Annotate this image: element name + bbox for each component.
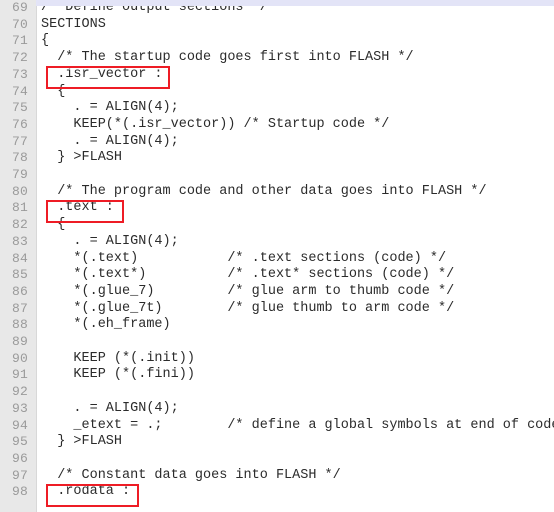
code-line[interactable]: 81 .text : bbox=[0, 200, 554, 217]
code-line-text: . = ALIGN(4); bbox=[41, 133, 179, 149]
code-line[interactable]: 71 { bbox=[0, 33, 554, 50]
code-line[interactable]: 79 bbox=[0, 167, 554, 184]
code-line[interactable]: 94 _etext = .; /* define a global symbol… bbox=[0, 418, 554, 435]
code-line-text: .isr_vector : bbox=[41, 66, 163, 82]
code-line[interactable]: 73 .isr_vector : bbox=[0, 67, 554, 84]
line-number: 78 bbox=[11, 150, 28, 166]
code-line[interactable]: 95 } >FLASH bbox=[0, 434, 554, 451]
line-number: 71 bbox=[11, 33, 28, 49]
code-line[interactable]: 78 } >FLASH bbox=[0, 150, 554, 167]
code-line-text: *(.text) /* .text sections (code) */ bbox=[41, 250, 447, 266]
line-number: 91 bbox=[11, 367, 28, 383]
top-highlight-band bbox=[36, 0, 554, 6]
code-line[interactable]: 76 KEEP(*(.isr_vector)) /* Startup code … bbox=[0, 117, 554, 134]
code-line[interactable]: 98 .rodata : bbox=[0, 484, 554, 501]
code-line-text: /* The startup code goes first into FLAS… bbox=[41, 50, 414, 66]
code-line-text: . = ALIGN(4); bbox=[41, 400, 179, 416]
code-line-text: *(.eh_frame) bbox=[41, 317, 171, 333]
code-line-text: *(.glue_7) /* glue arm to thumb code */ bbox=[41, 283, 455, 299]
line-number: 94 bbox=[11, 417, 28, 433]
code-line[interactable]: 84 *(.text) /* .text sections (code) */ bbox=[0, 251, 554, 268]
code-line[interactable]: 92 bbox=[0, 384, 554, 401]
code-line-text: SECTIONS bbox=[41, 16, 106, 32]
code-line-text: *(.text*) /* .text* sections (code) */ bbox=[41, 267, 455, 283]
line-number: 95 bbox=[11, 434, 28, 450]
code-line-text: .rodata : bbox=[41, 484, 131, 500]
code-line[interactable]: 72 /* The startup code goes first into F… bbox=[0, 50, 554, 67]
line-number: 79 bbox=[11, 167, 28, 182]
code-line-text: KEEP (*(.fini)) bbox=[41, 367, 195, 383]
line-number: 85 bbox=[11, 267, 28, 283]
code-line[interactable]: 74 { bbox=[0, 84, 554, 101]
code-line-text: . = ALIGN(4); bbox=[41, 233, 179, 249]
line-number: 72 bbox=[11, 50, 28, 66]
line-number: 73 bbox=[11, 66, 28, 82]
code-line[interactable]: 77 . = ALIGN(4); bbox=[0, 134, 554, 151]
code-line[interactable]: 70 SECTIONS bbox=[0, 17, 554, 34]
line-number: 90 bbox=[11, 350, 28, 366]
code-line-text: *(.glue_7t) /* glue thumb to arm code */ bbox=[41, 300, 455, 316]
line-number: 98 bbox=[11, 484, 28, 500]
code-lines-container[interactable]: 69/* Define output sections */70 SECTIONS… bbox=[0, 0, 554, 512]
code-viewer[interactable]: 69/* Define output sections */70 SECTIONS… bbox=[0, 0, 554, 512]
code-line[interactable]: 87 *(.glue_7t) /* glue thumb to arm code… bbox=[0, 301, 554, 318]
code-line[interactable]: 88 *(.eh_frame) bbox=[0, 317, 554, 334]
code-line[interactable]: 91 KEEP (*(.fini)) bbox=[0, 367, 554, 384]
line-number: 69 bbox=[11, 0, 28, 15]
code-line-text: . = ALIGN(4); bbox=[41, 100, 179, 116]
line-number: 84 bbox=[11, 250, 28, 266]
code-line-text: { bbox=[41, 33, 50, 49]
line-number: 86 bbox=[11, 283, 28, 299]
line-number: 83 bbox=[11, 233, 28, 249]
line-number: 92 bbox=[11, 384, 28, 400]
line-number: 96 bbox=[11, 450, 28, 466]
code-line[interactable]: 83 . = ALIGN(4); bbox=[0, 234, 554, 251]
code-line[interactable]: 90 KEEP (*(.init)) bbox=[0, 351, 554, 368]
code-line[interactable]: 80 /* The program code and other data go… bbox=[0, 184, 554, 201]
code-line-text: /* The program code and other data goes … bbox=[41, 183, 487, 199]
code-line-text: KEEP (*(.init)) bbox=[41, 350, 195, 366]
code-line-text: } >FLASH bbox=[41, 150, 123, 166]
code-line-text: } >FLASH bbox=[41, 434, 123, 450]
line-number: 87 bbox=[11, 300, 28, 316]
code-line-text: { bbox=[41, 217, 66, 233]
code-line[interactable]: 89 bbox=[0, 334, 554, 351]
code-line-text: KEEP(*(.isr_vector)) /* Startup code */ bbox=[41, 116, 390, 132]
code-line[interactable]: 96 bbox=[0, 451, 554, 468]
code-line[interactable]: 97 /* Constant data goes into FLASH */ bbox=[0, 468, 554, 485]
code-line[interactable]: 75 . = ALIGN(4); bbox=[0, 100, 554, 117]
code-line[interactable]: 93 . = ALIGN(4); bbox=[0, 401, 554, 418]
line-number: 88 bbox=[11, 317, 28, 333]
line-number: 74 bbox=[11, 83, 28, 99]
code-line-text: .text : bbox=[41, 200, 114, 216]
line-number: 70 bbox=[11, 16, 28, 32]
line-number: 76 bbox=[11, 116, 28, 132]
line-number: 97 bbox=[11, 467, 28, 483]
code-line-text: { bbox=[41, 83, 66, 99]
line-number: 77 bbox=[11, 133, 28, 149]
line-number: 75 bbox=[11, 100, 28, 116]
code-line[interactable]: 86 *(.glue_7) /* glue arm to thumb code … bbox=[0, 284, 554, 301]
code-line[interactable]: 85 *(.text*) /* .text* sections (code) *… bbox=[0, 267, 554, 284]
line-number: 89 bbox=[11, 334, 28, 349]
line-number: 93 bbox=[11, 400, 28, 416]
line-number: 81 bbox=[11, 200, 28, 216]
line-number: 80 bbox=[11, 183, 28, 199]
code-line[interactable]: 82 { bbox=[0, 217, 554, 234]
line-number: 82 bbox=[11, 217, 28, 233]
code-line-text: /* Constant data goes into FLASH */ bbox=[41, 467, 341, 483]
code-line-text: _etext = .; /* define a global symbols a… bbox=[41, 417, 554, 433]
